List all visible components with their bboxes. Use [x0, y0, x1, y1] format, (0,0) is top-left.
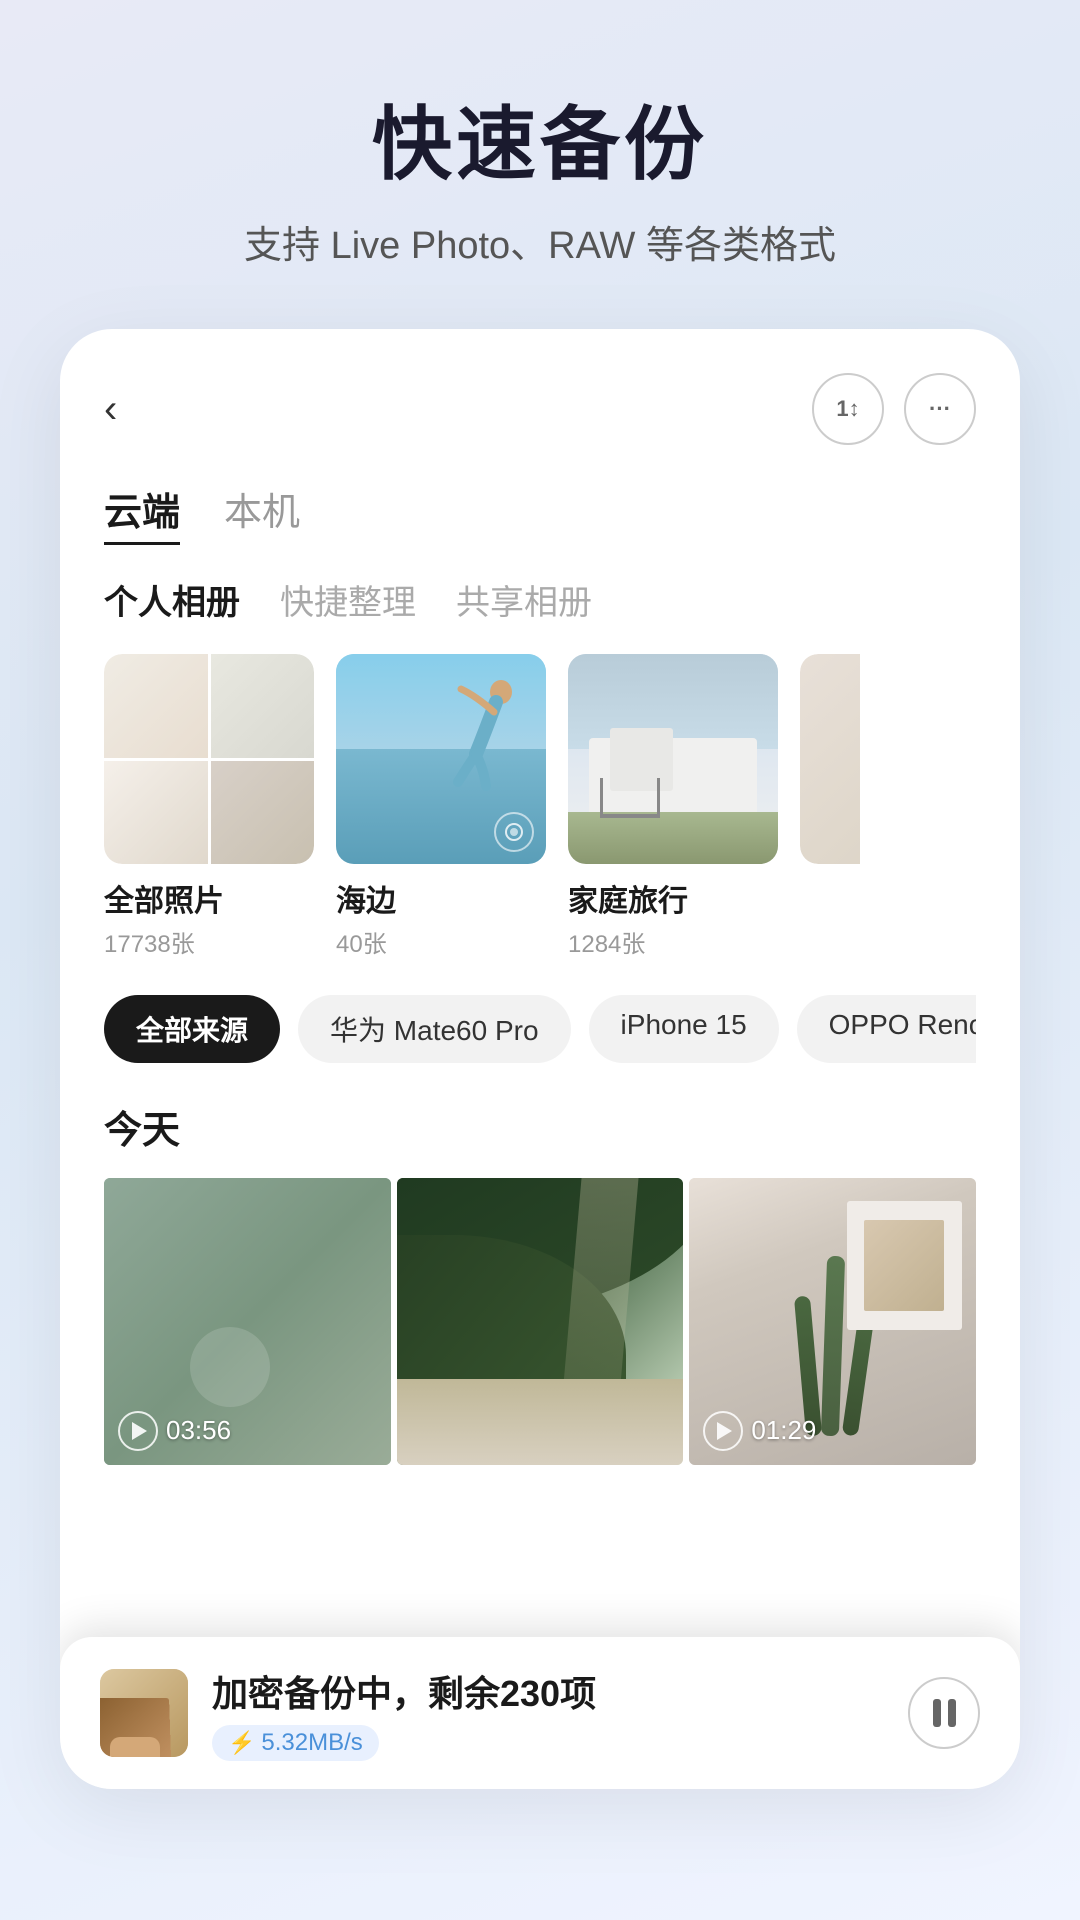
- today-section-title: 今天: [104, 1099, 976, 1154]
- album-grid: 全部照片 17738张: [104, 654, 976, 959]
- backup-speed: ⚡ 5.32MB/s: [212, 1725, 379, 1761]
- diver-icon: [446, 674, 526, 794]
- lightning-icon: ⚡: [228, 1730, 255, 1756]
- backup-thumbnail: [100, 1669, 188, 1757]
- sub-tab-personal[interactable]: 个人相册: [104, 575, 240, 624]
- album-ocean[interactable]: 海边 40张: [336, 654, 546, 959]
- sub-tabs: 个人相册 快捷整理 共享相册: [104, 575, 976, 624]
- page-header: 快速备份 支持 Live Photo、RAW 等各类格式: [0, 0, 1080, 269]
- cloud-tabs: 云端 本机: [104, 481, 976, 545]
- backup-title: 加密备份中，剩余230项: [212, 1665, 884, 1717]
- cloud-tab-local[interactable]: 本机: [224, 481, 300, 545]
- album-travel[interactable]: 家庭旅行 1284张: [568, 654, 778, 959]
- photo-cell-2[interactable]: [397, 1178, 684, 1465]
- video-badge-1: 03:56: [118, 1411, 231, 1451]
- page-subtitle: 支持 Live Photo、RAW 等各类格式: [0, 214, 1080, 269]
- speed-value: 5.32MB/s: [261, 1729, 362, 1757]
- photo-cell-3[interactable]: 01:29: [689, 1178, 976, 1465]
- album-partial[interactable]: [800, 654, 860, 959]
- source-chips: 全部来源 华为 Mate60 Pro iPhone 15 OPPO Reno: [104, 995, 976, 1063]
- more-icon: ···: [929, 396, 951, 422]
- sort-icon: 1↕: [836, 396, 859, 422]
- video-duration-1: 03:56: [166, 1415, 231, 1446]
- phone-card: ‹ 1↕ ··· 云端 本机 个人相册 快捷整理 共享相册: [60, 329, 1020, 1789]
- album-count-travel: 1284张: [568, 924, 778, 959]
- pause-icon: [933, 1699, 956, 1727]
- sub-tab-shared[interactable]: 共享相册: [456, 575, 592, 624]
- album-all-photos[interactable]: 全部照片 17738张: [104, 654, 314, 959]
- more-button[interactable]: ···: [904, 373, 976, 445]
- chip-iphone15[interactable]: iPhone 15: [589, 995, 779, 1063]
- sub-tab-quick[interactable]: 快捷整理: [280, 575, 416, 624]
- video-duration-3: 01:29: [751, 1415, 816, 1446]
- nav-icons: 1↕ ···: [812, 373, 976, 445]
- chip-huawei[interactable]: 华为 Mate60 Pro: [298, 995, 571, 1063]
- top-nav: ‹ 1↕ ···: [104, 373, 976, 445]
- chip-oppo[interactable]: OPPO Reno: [797, 995, 976, 1063]
- back-button[interactable]: ‹: [104, 387, 160, 432]
- play-icon-3: [703, 1411, 743, 1451]
- backup-bar: 加密备份中，剩余230项 ⚡ 5.32MB/s: [60, 1637, 1020, 1789]
- sort-button[interactable]: 1↕: [812, 373, 884, 445]
- video-badge-3: 01:29: [703, 1411, 816, 1451]
- photo-grid: 03:56: [104, 1178, 976, 1465]
- album-count-ocean: 40张: [336, 924, 546, 959]
- cloud-tab-active[interactable]: 云端: [104, 481, 180, 545]
- album-name-travel: 家庭旅行: [568, 876, 778, 920]
- chip-all-sources[interactable]: 全部来源: [104, 995, 280, 1063]
- page-title: 快速备份: [0, 80, 1080, 196]
- play-icon-1: [118, 1411, 158, 1451]
- album-count-all: 17738张: [104, 924, 314, 959]
- backup-info: 加密备份中，剩余230项 ⚡ 5.32MB/s: [212, 1665, 884, 1761]
- album-name-all: 全部照片: [104, 876, 314, 920]
- photo-cell-1[interactable]: 03:56: [104, 1178, 391, 1465]
- pause-button[interactable]: [908, 1677, 980, 1749]
- album-name-ocean: 海边: [336, 876, 546, 920]
